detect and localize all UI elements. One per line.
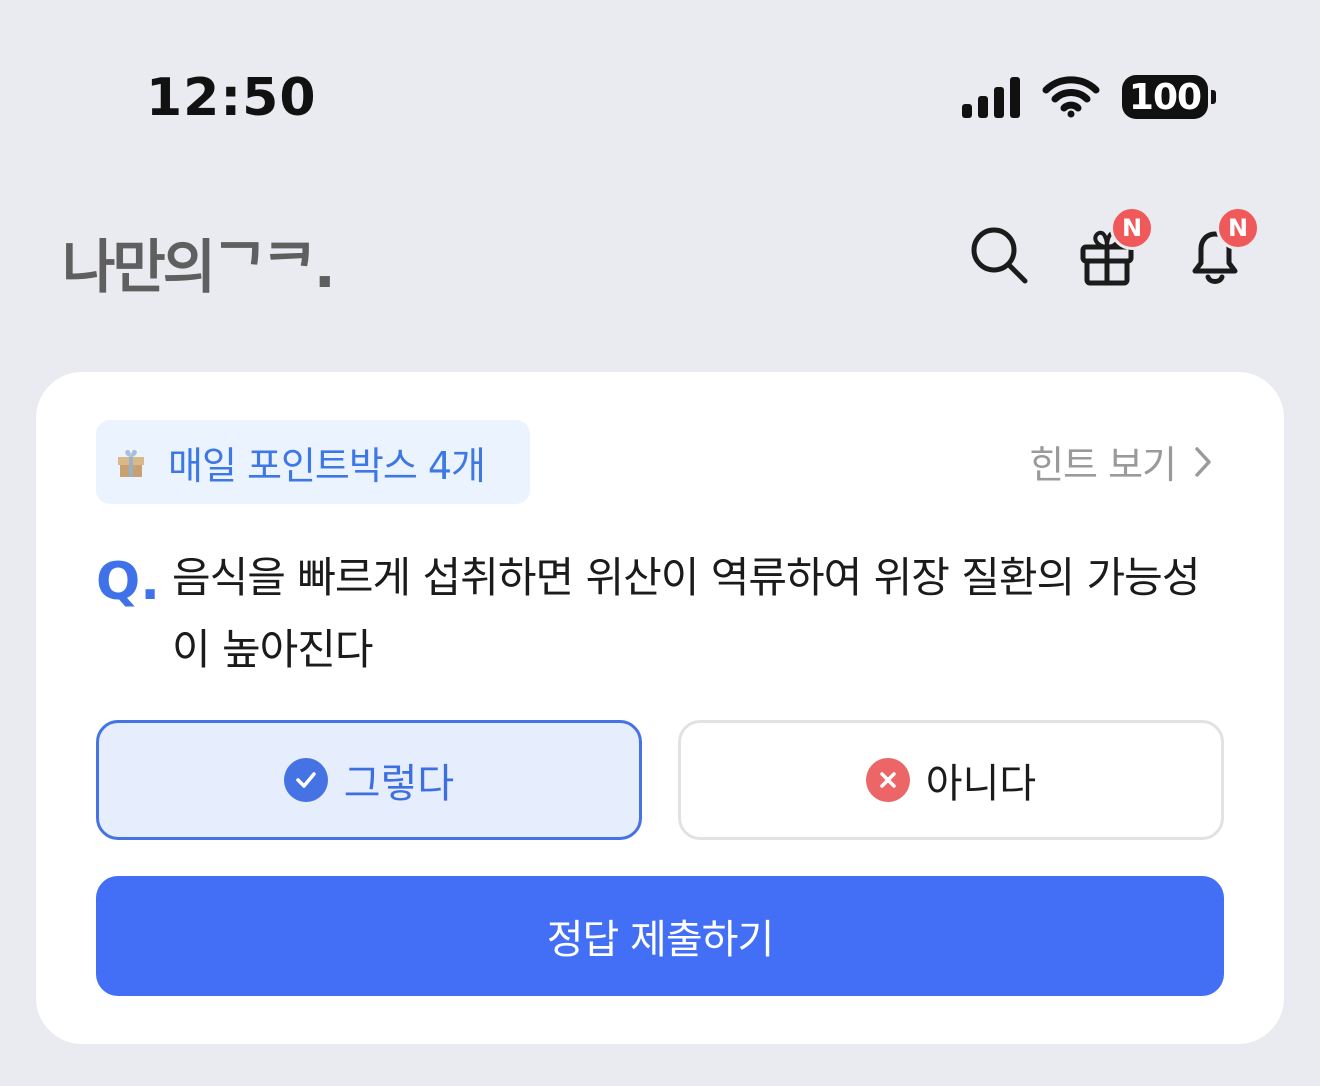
status-bar: 12:50 100 [0, 0, 1320, 190]
signal-icon [962, 76, 1020, 118]
hint-link[interactable]: 힌트 보기 [1029, 434, 1212, 489]
battery-icon: 100 [1122, 75, 1216, 119]
gift-button[interactable]: N [1072, 206, 1154, 290]
answer-yes-button[interactable]: 그렇다 [96, 720, 642, 840]
points-chip[interactable]: 매일 포인트박스 4개 [96, 420, 530, 504]
answer-yes-label: 그렇다 [343, 761, 455, 807]
answer-no-button[interactable]: 아니다 [678, 720, 1224, 840]
hint-label: 힌트 보기 [1029, 443, 1177, 487]
x-circle-icon [865, 758, 910, 802]
notification-badge: N [1216, 206, 1260, 250]
battery-level: 100 [1128, 76, 1202, 118]
answer-no-label: 아니다 [925, 761, 1037, 807]
search-icon [971, 227, 1028, 284]
battery-nub [1211, 90, 1216, 104]
notification-button[interactable]: N [1180, 206, 1260, 290]
chevron-right-icon [1195, 446, 1211, 477]
search-button[interactable] [964, 220, 1034, 290]
submit-answer-button[interactable]: 정답 제출하기 [96, 876, 1224, 996]
wifi-icon [1042, 76, 1100, 118]
app-header: 나만의ᄀᄏ. N N [0, 190, 1320, 330]
question-text: 음식을 빠르게 섭취하면 위산이 역류하여 위장 질환의 가능성이 높아진다 [172, 553, 1200, 674]
app-screen: 12:50 100 나만의ᄀᄏ. N N 매일 포인트박스 4개 힌트 보기 Q… [0, 0, 1320, 1086]
quiz-card: 매일 포인트박스 4개 힌트 보기 Q. 음식을 빠르게 섭취하면 위산이 역류… [36, 372, 1284, 1044]
points-label: 매일 포인트박스 4개 [168, 443, 486, 488]
check-circle-icon [283, 758, 328, 802]
status-icons: 100 [962, 72, 1216, 122]
app-logo[interactable]: 나만의ᄀᄏ. [62, 220, 336, 304]
question-mark: Q. [96, 552, 160, 612]
status-time: 12:50 [146, 68, 317, 128]
gift-badge: N [1110, 206, 1154, 250]
gift-emoji-icon [118, 449, 144, 477]
